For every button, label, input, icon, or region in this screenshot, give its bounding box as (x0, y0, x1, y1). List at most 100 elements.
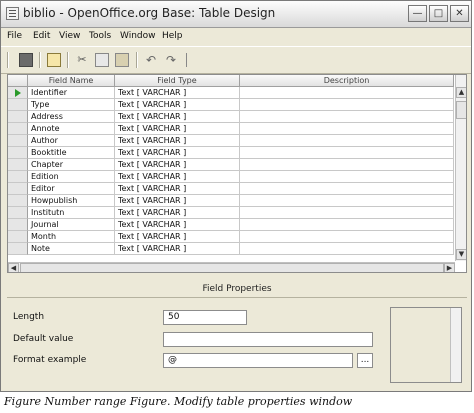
scroll-down-icon[interactable]: ▼ (456, 249, 466, 260)
field-name-cell[interactable]: Author (28, 135, 115, 147)
table-row[interactable]: Type Text [ VARCHAR ] (8, 99, 454, 111)
table-row[interactable]: Edition Text [ VARCHAR ] (8, 171, 454, 183)
row-handle[interactable] (8, 183, 28, 195)
menu-window[interactable]: Window (120, 31, 156, 41)
description-cell[interactable] (240, 207, 454, 219)
table-row[interactable]: Chapter Text [ VARCHAR ] (8, 159, 454, 171)
description-cell[interactable] (240, 231, 454, 243)
table-row[interactable]: Editor Text [ VARCHAR ] (8, 183, 454, 195)
field-name-cell[interactable]: Journal (28, 219, 115, 231)
field-name-cell[interactable]: Booktitle (28, 147, 115, 159)
menu-view[interactable]: View (59, 31, 80, 41)
default-value-input[interactable] (163, 332, 373, 347)
scroll-thumb[interactable] (456, 101, 466, 119)
grid-horizontal-scrollbar[interactable]: ◀ ▶ (8, 262, 455, 272)
row-handle[interactable] (8, 171, 28, 183)
menu-help[interactable]: Help (162, 31, 183, 41)
description-cell[interactable] (240, 99, 454, 111)
row-handle[interactable] (8, 111, 28, 123)
table-row[interactable]: Booktitle Text [ VARCHAR ] (8, 147, 454, 159)
field-type-cell[interactable]: Text [ VARCHAR ] (115, 207, 240, 219)
field-type-cell[interactable]: Text [ VARCHAR ] (115, 195, 240, 207)
field-name-cell[interactable]: Month (28, 231, 115, 243)
row-handle[interactable] (8, 207, 28, 219)
field-type-cell[interactable]: Text [ VARCHAR ] (115, 111, 240, 123)
description-cell[interactable] (240, 159, 454, 171)
scroll-up-icon[interactable]: ▲ (456, 87, 466, 98)
table-row[interactable]: Journal Text [ VARCHAR ] (8, 219, 454, 231)
field-type-cell[interactable]: Text [ VARCHAR ] (115, 135, 240, 147)
field-type-cell[interactable]: Text [ VARCHAR ] (115, 243, 240, 255)
description-cell[interactable] (240, 171, 454, 183)
row-handle[interactable] (8, 159, 28, 171)
close-button[interactable]: ✕ (450, 5, 469, 22)
scroll-right-icon[interactable]: ▶ (444, 263, 455, 272)
table-row[interactable]: Identifier Text [ VARCHAR ] (8, 87, 454, 99)
row-handle[interactable] (8, 87, 28, 99)
row-handle[interactable] (8, 231, 28, 243)
maximize-button[interactable]: □ (429, 5, 448, 22)
description-cell[interactable] (240, 183, 454, 195)
row-handle[interactable] (8, 219, 28, 231)
field-type-cell[interactable]: Text [ VARCHAR ] (115, 183, 240, 195)
header-description[interactable]: Description (240, 75, 454, 87)
description-cell[interactable] (240, 219, 454, 231)
undo-icon[interactable]: ↶ (144, 53, 158, 67)
description-cell[interactable] (240, 87, 454, 99)
field-name-cell[interactable]: Address (28, 111, 115, 123)
horizontal-thumb[interactable] (20, 263, 444, 272)
table-row[interactable]: Address Text [ VARCHAR ] (8, 111, 454, 123)
menu-edit[interactable]: Edit (33, 31, 50, 41)
field-name-cell[interactable]: Annote (28, 123, 115, 135)
field-type-cell[interactable]: Text [ VARCHAR ] (115, 87, 240, 99)
table-row[interactable]: Institutn Text [ VARCHAR ] (8, 207, 454, 219)
redo-icon[interactable]: ↷ (164, 53, 178, 67)
format-example-input[interactable]: @ (163, 353, 353, 368)
field-name-cell[interactable]: Howpublish (28, 195, 115, 207)
length-input[interactable]: 50 (163, 310, 247, 325)
row-handle[interactable] (8, 135, 28, 147)
field-type-cell[interactable]: Text [ VARCHAR ] (115, 123, 240, 135)
field-type-cell[interactable]: Text [ VARCHAR ] (115, 159, 240, 171)
description-cell[interactable] (240, 195, 454, 207)
table-row[interactable]: Month Text [ VARCHAR ] (8, 231, 454, 243)
description-cell[interactable] (240, 147, 454, 159)
field-name-cell[interactable]: Editor (28, 183, 115, 195)
field-type-cell[interactable]: Text [ VARCHAR ] (115, 219, 240, 231)
field-type-cell[interactable]: Text [ VARCHAR ] (115, 231, 240, 243)
toolbar-more-icon[interactable] (186, 53, 194, 67)
header-field-type[interactable]: Field Type (115, 75, 240, 87)
description-cell[interactable] (240, 243, 454, 255)
copy-icon[interactable] (95, 53, 109, 67)
field-name-cell[interactable]: Identifier (28, 87, 115, 99)
row-handle[interactable] (8, 99, 28, 111)
field-name-cell[interactable]: Note (28, 243, 115, 255)
field-name-cell[interactable]: Institutn (28, 207, 115, 219)
header-field-name[interactable]: Field Name (28, 75, 115, 87)
help-scrollbar[interactable] (450, 308, 461, 382)
menu-tools[interactable]: Tools (89, 31, 111, 41)
description-cell[interactable] (240, 135, 454, 147)
field-name-cell[interactable]: Chapter (28, 159, 115, 171)
edit-icon[interactable] (47, 53, 61, 67)
description-cell[interactable] (240, 123, 454, 135)
description-cell[interactable] (240, 111, 454, 123)
row-handle[interactable] (8, 195, 28, 207)
field-type-cell[interactable]: Text [ VARCHAR ] (115, 99, 240, 111)
field-type-cell[interactable]: Text [ VARCHAR ] (115, 171, 240, 183)
table-row[interactable]: Annote Text [ VARCHAR ] (8, 123, 454, 135)
save-icon[interactable] (19, 53, 33, 67)
field-name-cell[interactable]: Type (28, 99, 115, 111)
field-type-cell[interactable]: Text [ VARCHAR ] (115, 147, 240, 159)
table-row[interactable]: Note Text [ VARCHAR ] (8, 243, 454, 255)
row-handle[interactable] (8, 147, 28, 159)
paste-icon[interactable] (115, 53, 129, 67)
menu-file[interactable]: File (7, 31, 22, 41)
row-handle[interactable] (8, 123, 28, 135)
format-browse-button[interactable]: ... (357, 353, 373, 368)
row-handle[interactable] (8, 243, 28, 255)
table-row[interactable]: Author Text [ VARCHAR ] (8, 135, 454, 147)
table-row[interactable]: Howpublish Text [ VARCHAR ] (8, 195, 454, 207)
scroll-left-icon[interactable]: ◀ (8, 263, 19, 272)
cut-icon[interactable]: ✂ (75, 53, 89, 67)
